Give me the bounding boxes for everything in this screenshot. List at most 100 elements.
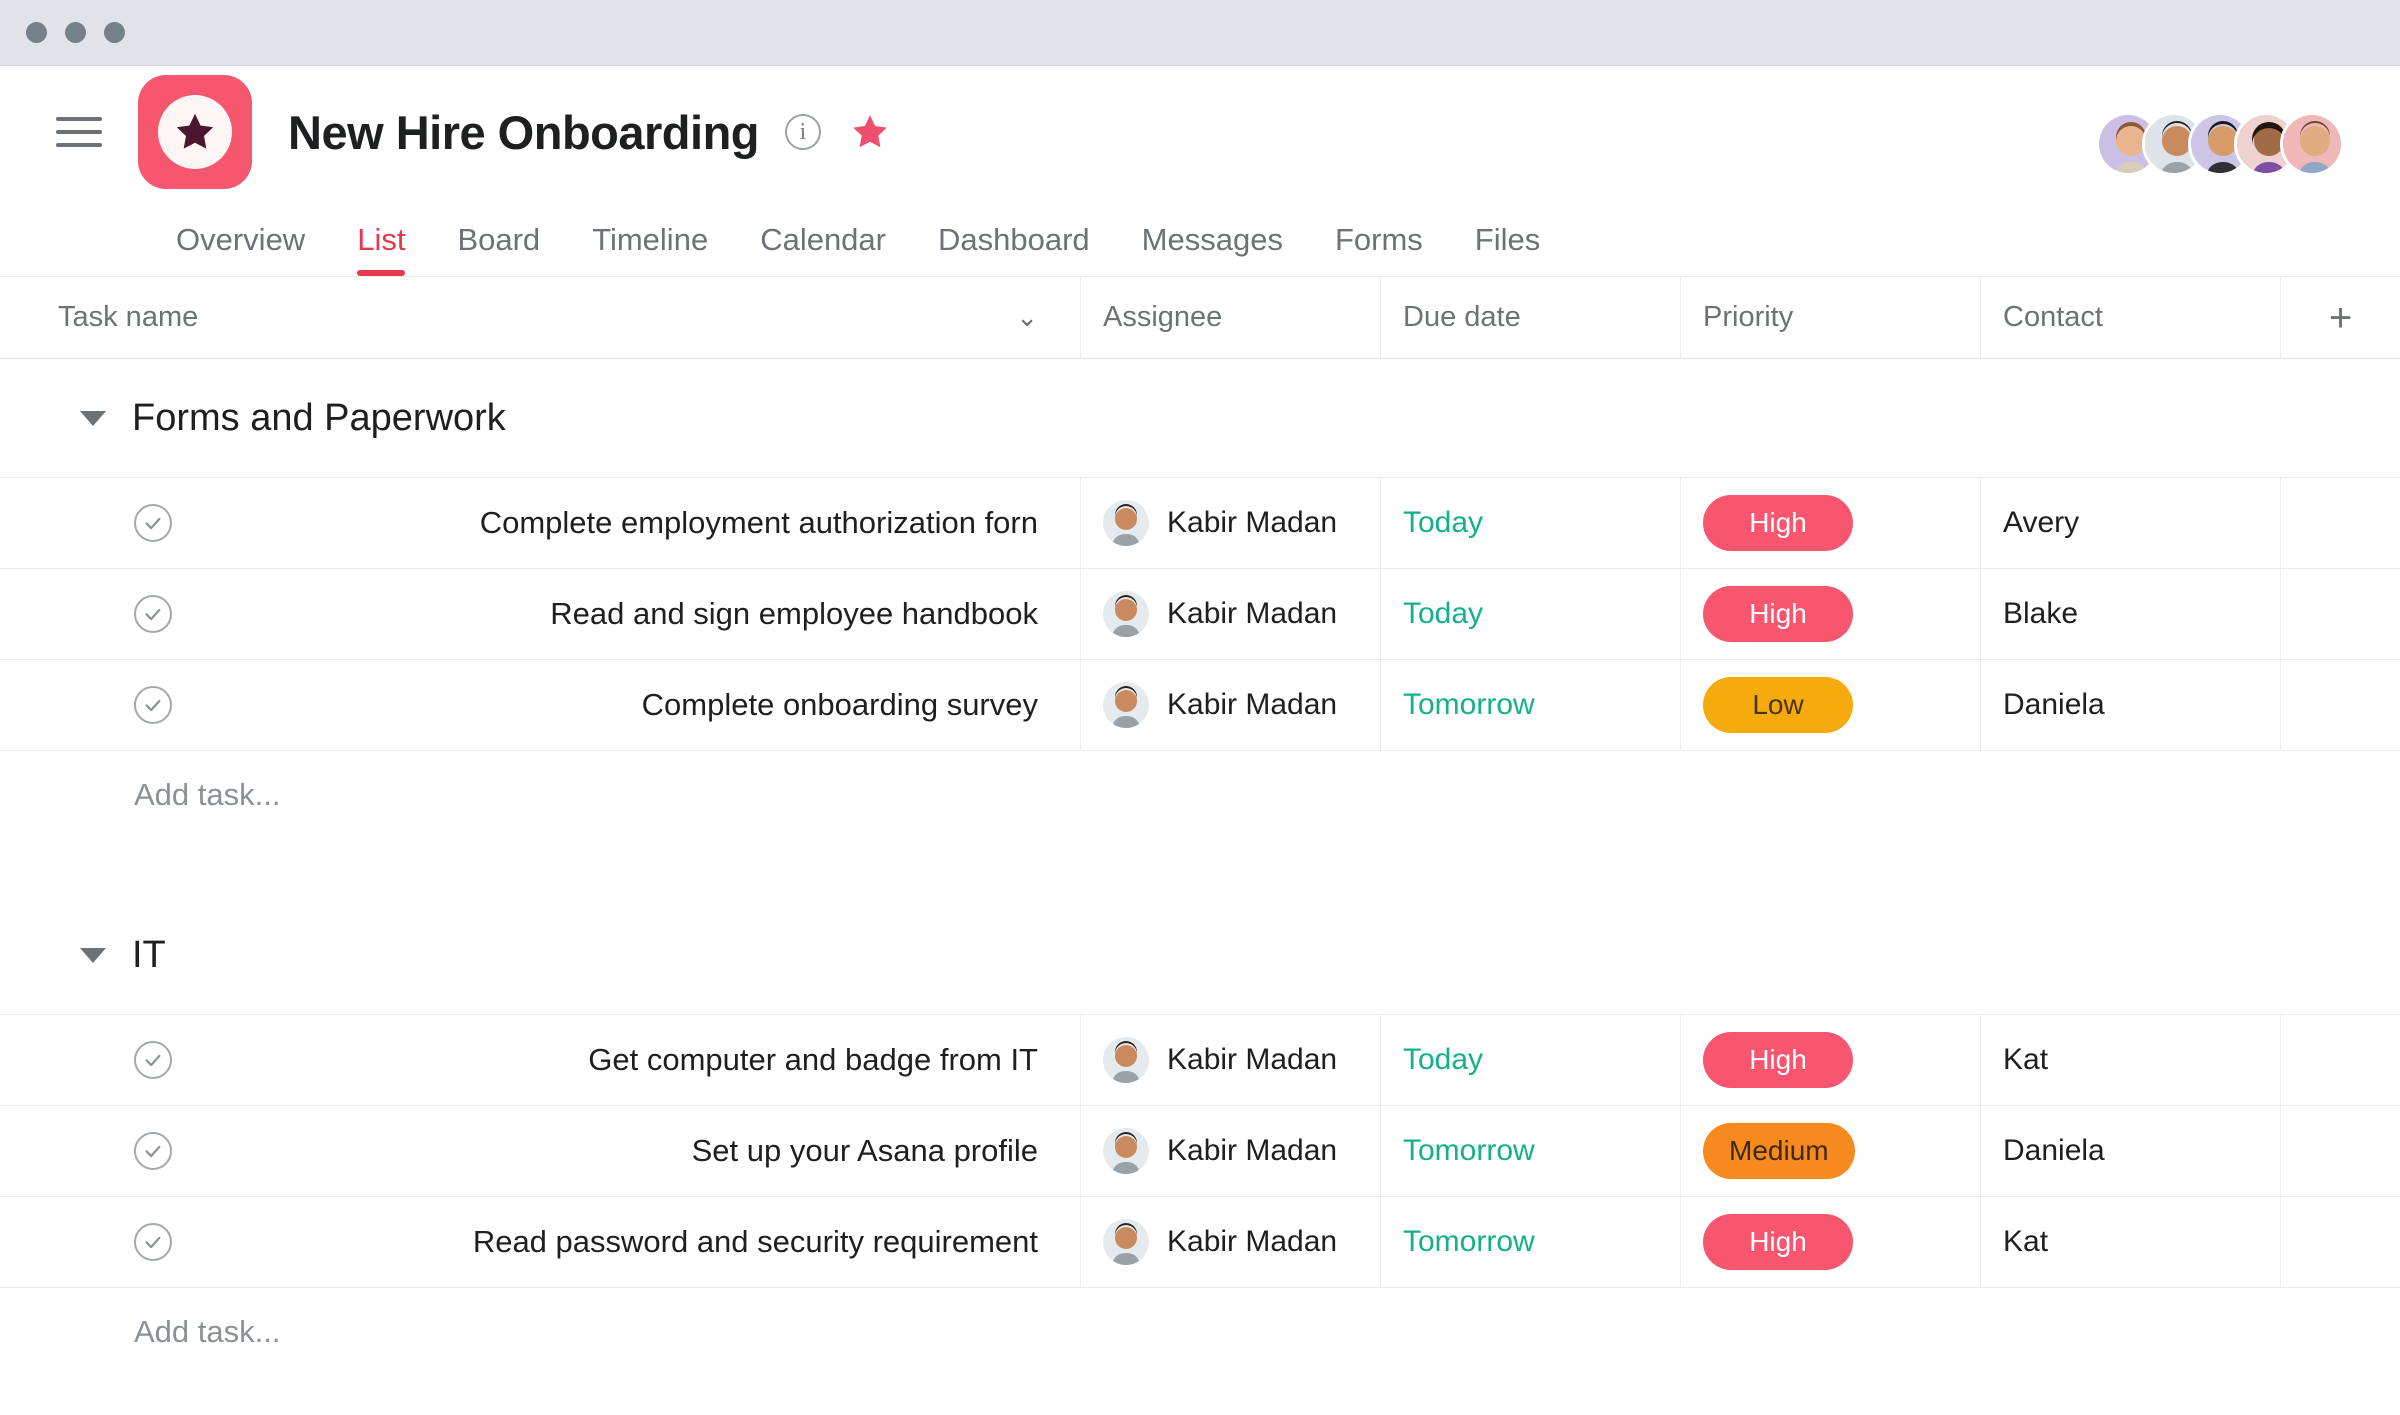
tab-timeline[interactable]: Timeline <box>566 222 734 276</box>
caret-down-icon[interactable] <box>80 410 106 426</box>
table-row[interactable]: Read and sign employee handbook Kabir Ma… <box>0 568 2400 659</box>
table-row[interactable]: Get computer and badge from IT Kabir Mad… <box>0 1014 2400 1105</box>
hamburger-icon[interactable] <box>56 117 102 147</box>
cell-task-name[interactable]: Read password and security requirement <box>0 1197 1080 1287</box>
section-header[interactable]: Forms and Paperwork <box>0 359 2400 477</box>
cell-assignee[interactable]: Kabir Madan <box>1080 478 1380 568</box>
tab-list[interactable]: List <box>331 222 431 276</box>
add-task-row[interactable]: Add task... <box>0 1287 2400 1375</box>
complete-task-icon[interactable] <box>134 504 172 542</box>
complete-task-icon[interactable] <box>134 595 172 633</box>
task-section: IT Get computer and badge from IT Kabir … <box>0 896 2400 1375</box>
cell-contact[interactable]: Daniela <box>1980 1106 2280 1196</box>
tab-forms[interactable]: Forms <box>1309 222 1449 276</box>
cell-priority[interactable]: High <box>1680 1197 1980 1287</box>
cell-priority[interactable]: High <box>1680 569 1980 659</box>
column-header-contact[interactable]: Contact <box>1980 277 2280 358</box>
table-row[interactable]: Read password and security requirement K… <box>0 1196 2400 1287</box>
cell-assignee[interactable]: Kabir Madan <box>1080 660 1380 750</box>
column-header-priority[interactable]: Priority <box>1680 277 1980 358</box>
add-task-cell[interactable]: Add task... <box>0 751 1080 838</box>
cell-contact[interactable]: Avery <box>1980 478 2280 568</box>
section-title: IT <box>132 933 166 976</box>
column-header-task-name[interactable]: Task name ⌄ <box>0 277 1080 358</box>
cell-due-date[interactable]: Tomorrow <box>1380 660 1680 750</box>
cell-priority[interactable]: High <box>1680 478 1980 568</box>
due-date-label: Tomorrow <box>1403 1134 1535 1167</box>
table-row[interactable]: Complete employment authorization forn K… <box>0 477 2400 568</box>
chevron-down-icon[interactable]: ⌄ <box>1016 302 1038 333</box>
minimize-button[interactable] <box>65 22 86 43</box>
task-name-label: Complete onboarding survey <box>641 687 1038 722</box>
add-task-label: Add task... <box>134 1313 281 1349</box>
task-name-label: Set up your Asana profile <box>691 1133 1038 1168</box>
avatar[interactable] <box>2280 112 2344 176</box>
cell-assignee[interactable]: Kabir Madan <box>1080 1015 1380 1105</box>
cell-due-date[interactable]: Today <box>1380 1015 1680 1105</box>
cell-due-date[interactable]: Today <box>1380 478 1680 568</box>
priority-badge[interactable]: High <box>1703 1214 1853 1270</box>
tab-files[interactable]: Files <box>1449 222 1566 276</box>
cell-priority[interactable]: Low <box>1680 660 1980 750</box>
add-task-cell[interactable]: Add task... <box>0 1288 1080 1375</box>
cell-due-date[interactable]: Tomorrow <box>1380 1197 1680 1287</box>
complete-task-icon[interactable] <box>134 1223 172 1261</box>
app-window: New Hire Onboarding i Overview List Boar… <box>0 0 2400 1415</box>
view-tabs[interactable]: Overview List Board Timeline Calendar Da… <box>0 198 2400 276</box>
add-task-row[interactable]: Add task... <box>0 750 2400 838</box>
add-column-button[interactable]: + <box>2280 277 2400 358</box>
cell-assignee[interactable]: Kabir Madan <box>1080 569 1380 659</box>
task-name-label: Complete employment authorization forn <box>479 505 1038 540</box>
cell-priority[interactable]: Medium <box>1680 1106 1980 1196</box>
cell-task-name[interactable]: Complete onboarding survey <box>0 660 1080 750</box>
priority-badge[interactable]: Medium <box>1703 1123 1855 1179</box>
tab-messages[interactable]: Messages <box>1116 222 1309 276</box>
cell-task-name[interactable]: Complete employment authorization forn <box>0 478 1080 568</box>
tab-overview[interactable]: Overview <box>150 222 331 276</box>
cell-task-name[interactable]: Get computer and badge from IT <box>0 1015 1080 1105</box>
tab-dashboard[interactable]: Dashboard <box>912 222 1116 276</box>
plus-icon: + <box>2328 295 2353 340</box>
cell-empty <box>2280 660 2400 750</box>
cell-contact[interactable]: Blake <box>1980 569 2280 659</box>
favorite-star-icon[interactable] <box>849 111 891 153</box>
cell-assignee[interactable]: Kabir Madan <box>1080 1106 1380 1196</box>
column-header-task-name-label: Task name <box>58 301 199 333</box>
cell-empty <box>2280 478 2400 568</box>
section-title: Forms and Paperwork <box>132 396 506 439</box>
section-header[interactable]: IT <box>0 896 2400 1014</box>
complete-task-icon[interactable] <box>134 1041 172 1079</box>
caret-down-icon[interactable] <box>80 947 106 963</box>
info-circle-icon[interactable]: i <box>785 114 821 150</box>
assignee-avatar <box>1103 1219 1149 1265</box>
tab-board[interactable]: Board <box>431 222 566 276</box>
cell-contact[interactable]: Kat <box>1980 1015 2280 1105</box>
priority-badge[interactable]: Low <box>1703 677 1853 733</box>
info-glyph: i <box>799 118 807 145</box>
assignee-name: Kabir Madan <box>1167 1043 1338 1076</box>
cell-due-date[interactable]: Today <box>1380 569 1680 659</box>
cell-contact[interactable]: Daniela <box>1980 660 2280 750</box>
project-members[interactable] <box>2096 112 2344 176</box>
cell-contact[interactable]: Kat <box>1980 1197 2280 1287</box>
assignee-name: Kabir Madan <box>1167 688 1338 721</box>
cell-assignee[interactable]: Kabir Madan <box>1080 1197 1380 1287</box>
cell-priority[interactable]: High <box>1680 1015 1980 1105</box>
priority-badge[interactable]: High <box>1703 495 1853 551</box>
task-section: Forms and Paperwork Complete employment … <box>0 359 2400 896</box>
complete-task-icon[interactable] <box>134 1132 172 1170</box>
table-row[interactable]: Set up your Asana profile Kabir Madan To… <box>0 1105 2400 1196</box>
priority-badge[interactable]: High <box>1703 1032 1853 1088</box>
priority-badge[interactable]: High <box>1703 586 1853 642</box>
complete-task-icon[interactable] <box>134 686 172 724</box>
column-header-assignee[interactable]: Assignee <box>1080 277 1380 358</box>
tab-calendar[interactable]: Calendar <box>734 222 912 276</box>
table-row[interactable]: Complete onboarding survey Kabir Madan T… <box>0 659 2400 750</box>
table-header-row: Task name ⌄ Assignee Due date Priority C… <box>0 277 2400 359</box>
cell-task-name[interactable]: Set up your Asana profile <box>0 1106 1080 1196</box>
cell-due-date[interactable]: Tomorrow <box>1380 1106 1680 1196</box>
column-header-due-date[interactable]: Due date <box>1380 277 1680 358</box>
maximize-button[interactable] <box>104 22 125 43</box>
cell-task-name[interactable]: Read and sign employee handbook <box>0 569 1080 659</box>
close-button[interactable] <box>26 22 47 43</box>
